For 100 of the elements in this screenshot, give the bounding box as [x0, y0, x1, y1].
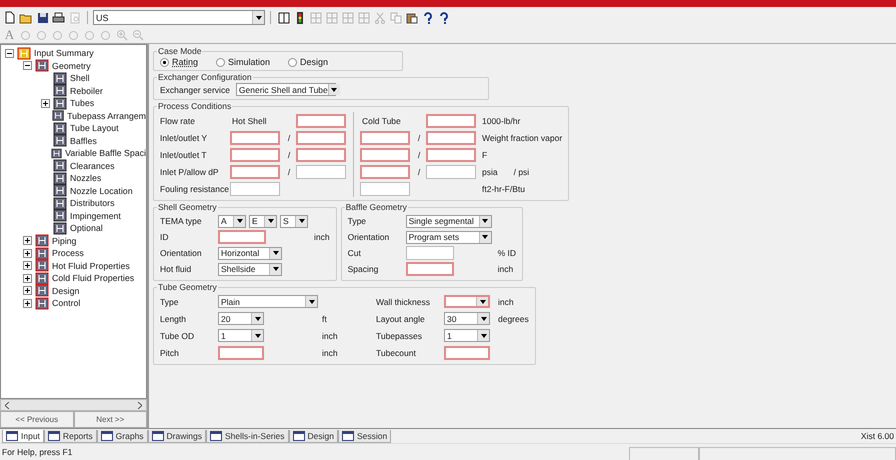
radio-button[interactable]: Design [288, 57, 328, 67]
tree-item[interactable]: Impingement [70, 210, 121, 221]
field-label: Spacing [348, 264, 380, 274]
input-field[interactable] [230, 164, 280, 178]
tab[interactable]: Drawings [148, 430, 206, 443]
input-field[interactable] [296, 164, 346, 178]
tree-item[interactable]: Geometry [52, 60, 91, 71]
dropdown[interactable]: Horizontal [218, 246, 282, 260]
tree-item[interactable]: Distributors [70, 198, 114, 208]
radio-button[interactable]: Rating [160, 57, 198, 67]
caret-icon [254, 316, 260, 320]
scroll-left-icon[interactable] [5, 402, 10, 408]
tab[interactable]: Design [288, 430, 338, 443]
status-text: For Help, press F1 [1, 447, 74, 457]
save-icon[interactable] [35, 10, 50, 24]
input-field[interactable] [296, 114, 346, 128]
tree-item[interactable]: Cold Fluid Properties [52, 273, 134, 284]
radio-icon [288, 58, 298, 66]
input-field[interactable] [406, 246, 454, 260]
tree-item[interactable]: Tube Layout [70, 123, 119, 134]
input-field[interactable] [360, 182, 410, 196]
tree-item[interactable]: Nozzle Location [70, 186, 133, 196]
input-field[interactable] [426, 114, 476, 128]
component-icon [35, 59, 49, 72]
tab[interactable]: Shells-in-Series [206, 430, 289, 443]
input-field[interactable] [218, 230, 266, 244]
tree-item[interactable]: Tubes [70, 98, 94, 108]
dropdown[interactable]: Program sets [406, 230, 492, 244]
expand-icon[interactable] [41, 98, 50, 108]
caret-icon [272, 251, 278, 255]
dropdown[interactable]: 1 [218, 329, 264, 342]
input-field[interactable] [360, 148, 410, 162]
tree-item[interactable]: Process [52, 248, 84, 258]
tree-item[interactable]: Baffles [70, 136, 97, 146]
expand-icon[interactable] [23, 274, 32, 283]
input-field[interactable] [296, 148, 346, 162]
expand-icon[interactable] [23, 261, 32, 270]
dropdown[interactable] [444, 295, 490, 308]
tree-item[interactable]: Tubepass Arrangem [67, 110, 146, 121]
field-label: Inlet P/allow dP [160, 166, 220, 176]
dropdown[interactable]: A [218, 214, 246, 228]
expand-icon[interactable] [23, 286, 32, 296]
previous-button[interactable]: << Previous [0, 411, 74, 428]
tree-item[interactable]: Shell [70, 73, 90, 84]
dropdown[interactable]: Plain [218, 295, 318, 308]
tree-item[interactable]: Hot Fluid Properties [52, 260, 130, 271]
columns-icon[interactable] [276, 10, 291, 24]
tree-item[interactable]: Optional [70, 223, 103, 234]
separator-label: / [286, 166, 292, 176]
field-label: Orientation [160, 248, 203, 258]
printer-icon[interactable] [51, 10, 66, 24]
tab[interactable]: Reports [44, 430, 97, 443]
dropdown[interactable]: S [280, 214, 308, 228]
input-field[interactable] [360, 164, 410, 178]
dropdown[interactable]: Single segmental [406, 214, 492, 228]
input-field[interactable] [360, 130, 410, 144]
input-field[interactable] [426, 130, 476, 144]
dropdown[interactable]: 30 [444, 312, 490, 325]
collapse-icon[interactable] [23, 61, 32, 70]
tree-item[interactable]: Clearances [70, 160, 114, 171]
units-dropdown[interactable]: US [93, 10, 265, 25]
tree-item[interactable]: Design [52, 286, 80, 296]
tree-item[interactable]: Reboiler [70, 86, 103, 96]
component-icon [17, 46, 31, 60]
field-label: ID [160, 232, 170, 242]
expand-icon[interactable] [23, 248, 32, 258]
input-field[interactable] [218, 346, 264, 360]
input-field[interactable] [296, 130, 346, 144]
caret-icon [268, 219, 274, 223]
expand-icon[interactable] [23, 298, 32, 308]
input-field[interactable] [426, 164, 476, 178]
tree-item[interactable]: Nozzles [70, 173, 102, 184]
input-field[interactable] [230, 130, 280, 144]
tree-item[interactable]: Variable Baffle Spaci [65, 148, 146, 158]
expand-icon[interactable] [23, 236, 32, 246]
paste-icon[interactable] [404, 10, 419, 24]
next-button[interactable]: Next >> [74, 411, 147, 428]
tree-item[interactable]: Input Summary [34, 48, 94, 58]
tab[interactable]: Input [2, 430, 44, 443]
dropdown[interactable]: E [249, 214, 277, 228]
dropdown[interactable]: Shellside [218, 262, 282, 276]
tree-item[interactable]: Piping [52, 236, 76, 246]
input-field[interactable] [230, 182, 280, 196]
unit-label: psia [482, 166, 498, 176]
tab[interactable]: Session [338, 430, 392, 443]
dropdown[interactable]: 20 [218, 312, 264, 325]
input-field[interactable] [426, 148, 476, 162]
collapse-icon[interactable] [5, 48, 14, 58]
input-field[interactable] [444, 346, 490, 360]
column-label: Hot Shell [231, 116, 266, 126]
radio-button[interactable]: Simulation [216, 57, 270, 67]
input-field[interactable] [406, 262, 454, 276]
field-label: Tube OD [160, 330, 196, 340]
scrollbar[interactable] [0, 399, 147, 411]
tree-item[interactable]: Control [52, 298, 80, 308]
dropdown[interactable]: 1 [444, 329, 490, 342]
scroll-right-icon[interactable] [137, 402, 142, 408]
input-field[interactable] [230, 148, 280, 162]
component-icon [35, 272, 49, 285]
tab[interactable]: Graphs [96, 430, 148, 443]
